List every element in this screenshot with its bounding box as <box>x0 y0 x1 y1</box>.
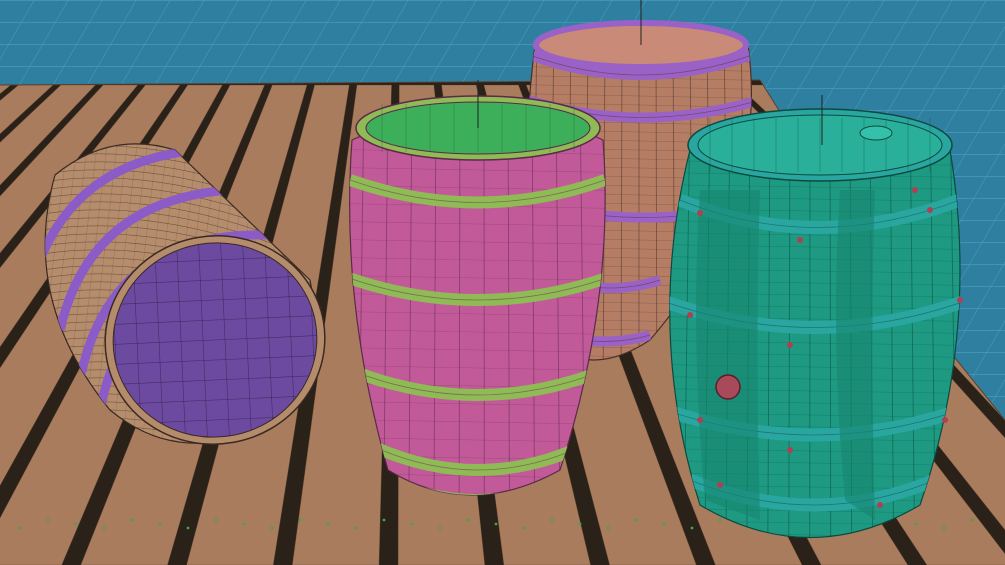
barrel-side-bung <box>715 374 741 400</box>
barrel-rivet <box>687 312 693 318</box>
3d-viewport[interactable] <box>0 0 1005 565</box>
vertex-dot <box>130 518 134 522</box>
vertex-dot <box>242 522 246 526</box>
vertex-dot <box>354 526 358 530</box>
vertex-dot <box>914 522 918 526</box>
barrel-rivet <box>877 502 883 508</box>
vertex-dot <box>18 526 22 530</box>
vertex-dot <box>298 518 302 522</box>
vertex-dot <box>158 522 162 526</box>
barrel-rivet <box>927 207 933 213</box>
vertex-dot <box>942 526 946 530</box>
vertex-dot <box>466 518 470 522</box>
vertex-dot <box>634 518 638 522</box>
vertex-dot <box>382 518 386 522</box>
barrel-rivet <box>787 447 793 453</box>
barrel-rivet <box>942 417 948 423</box>
vertex-dot <box>270 526 274 530</box>
barrel-rivet <box>797 237 803 243</box>
barrel-stave <box>696 190 760 520</box>
vertex-dot <box>102 526 106 530</box>
vertex-dot <box>326 522 330 526</box>
vertex-dot <box>690 526 694 530</box>
vertex-dot <box>662 522 666 526</box>
vertex-dot <box>578 522 582 526</box>
vertex-dot <box>606 526 610 530</box>
vertex-dot <box>438 526 442 530</box>
vertex-dot <box>550 518 554 522</box>
vertex-dot <box>74 522 78 526</box>
vertex-dot <box>214 518 218 522</box>
scene-canvas[interactable] <box>0 0 1005 565</box>
barrel-rivet <box>912 187 918 193</box>
vertex-dot <box>522 526 526 530</box>
barrel-rivet <box>957 297 963 303</box>
vertex-dot <box>46 518 50 522</box>
vertex-dot <box>494 522 498 526</box>
barrel-rivet <box>717 482 723 488</box>
barrel-top-bung <box>859 125 893 141</box>
barrel-rivet <box>787 342 793 348</box>
vertex-dot <box>718 518 722 522</box>
barrel-rivet <box>697 210 703 216</box>
vertex-dot <box>970 518 974 522</box>
vertex-dot <box>186 526 190 530</box>
vertex-dot <box>410 522 414 526</box>
barrel-rivet <box>697 417 703 423</box>
